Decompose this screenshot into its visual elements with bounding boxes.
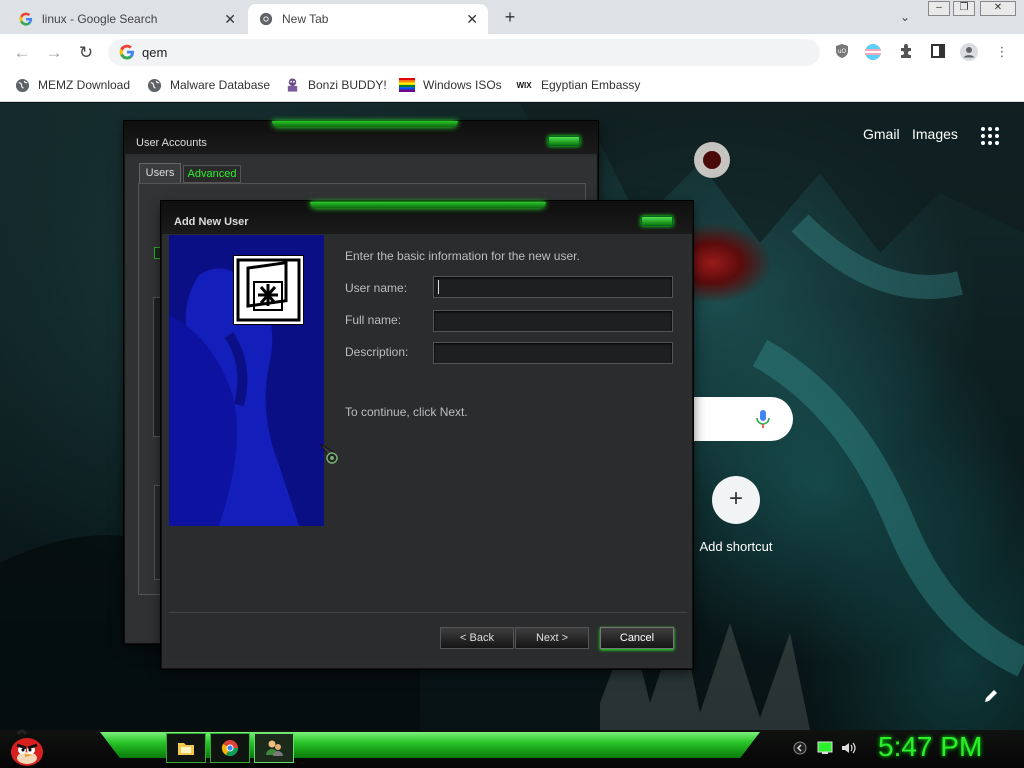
window-control-button[interactable] [548, 136, 580, 146]
extensions-puzzle-icon[interactable] [897, 43, 915, 61]
tab-title: New Tab [282, 12, 329, 26]
svg-text:uO: uO [838, 48, 847, 55]
description-label: Description: [345, 345, 409, 359]
tray-volume-icon[interactable] [841, 741, 857, 757]
profile-avatar-icon[interactable] [960, 43, 978, 61]
tab-users[interactable]: Users [139, 163, 181, 183]
bookmark-label: MEMZ Download [38, 78, 131, 92]
bookmark-label: Egyptian Embassy [541, 78, 641, 92]
full-name-label: Full name: [345, 313, 402, 327]
rainbow-flag-icon [399, 77, 415, 93]
customize-pencil-icon[interactable] [983, 688, 999, 704]
tab-title: linux - Google Search [42, 12, 158, 26]
trans-flag-extension-icon[interactable] [864, 43, 882, 61]
ublock-icon[interactable]: uO [833, 43, 851, 61]
taskbar-clock[interactable]: 5:47 PM [878, 731, 982, 763]
bonzi-icon [284, 77, 300, 93]
microphone-icon[interactable] [755, 409, 771, 429]
close-window-button[interactable]: ✕ [980, 1, 1016, 16]
tab-close-icon[interactable]: ✕ [466, 11, 478, 27]
taskbar-explorer-icon[interactable] [166, 733, 206, 763]
new-user-icon [233, 255, 304, 325]
side-panel-icon[interactable] [929, 43, 947, 61]
mouse-cursor-icon [319, 443, 343, 467]
new-tab-button[interactable]: + [500, 6, 520, 28]
taskbar-user-accounts-icon[interactable] [254, 733, 294, 763]
tray-back-icon[interactable] [792, 741, 808, 757]
text-caret [438, 280, 439, 294]
start-button-angry-bird-icon[interactable] [8, 728, 46, 768]
tab-search-button[interactable]: ⌄ [896, 8, 914, 26]
titlebar-glow [272, 121, 458, 127]
wix-icon: WIX [516, 80, 532, 90]
address-text[interactable]: qem [142, 45, 167, 60]
gmail-link[interactable]: Gmail [863, 126, 900, 142]
bookmark-egyptian-embassy[interactable]: WIX Egyptian Embassy [515, 76, 640, 94]
full-name-input[interactable] [433, 310, 673, 332]
address-bar[interactable] [108, 39, 820, 66]
add-shortcut-button[interactable]: + [712, 476, 760, 524]
back-button[interactable]: < Back [440, 627, 514, 649]
ntp-search-box[interactable] [690, 397, 793, 441]
taskbar-chrome-icon[interactable] [210, 733, 250, 763]
images-link[interactable]: Images [912, 126, 958, 142]
globe-icon [14, 77, 30, 93]
bookmark-label: Malware Database [170, 78, 271, 92]
chrome-icon [258, 11, 274, 27]
bookmark-windows-isos[interactable]: Windows ISOs [399, 76, 502, 94]
next-button[interactable]: Next > [515, 627, 589, 649]
user-name-label: User name: [345, 281, 408, 295]
back-arrow-icon[interactable]: ← [11, 42, 33, 64]
globe-icon [146, 77, 162, 93]
bookmark-memz[interactable]: MEMZ Download [14, 76, 130, 94]
titlebar-glow [310, 202, 546, 208]
window-control-button[interactable] [641, 216, 673, 226]
google-apps-grid-icon[interactable] [980, 126, 1000, 146]
tab-linux-search[interactable]: linux - Google Search ✕ [8, 4, 246, 34]
tab-new-tab[interactable]: New Tab ✕ [248, 4, 488, 34]
bookmark-label: Bonzi BUDDY! [308, 78, 387, 92]
google-g-icon [18, 11, 34, 27]
add-shortcut-label[interactable]: Add shortcut [690, 539, 782, 554]
bookmark-malware-database[interactable]: Malware Database [146, 76, 270, 94]
cancel-button[interactable]: Cancel [600, 627, 674, 649]
bookmark-label: Windows ISOs [423, 78, 502, 92]
window-title: User Accounts [136, 136, 207, 149]
restore-button[interactable]: ❐ [953, 1, 975, 16]
button-separator [169, 612, 687, 613]
bookmark-bonzi-buddy[interactable]: Bonzi BUDDY! [284, 76, 387, 94]
window-title: Add New User [174, 216, 249, 228]
continue-hint: To continue, click Next. [345, 405, 468, 419]
user-name-input[interactable] [433, 276, 673, 298]
tab-advanced[interactable]: Advanced [183, 165, 241, 183]
tab-close-icon[interactable]: ✕ [224, 11, 236, 27]
menu-kebab-icon[interactable]: ⋮ [993, 43, 1011, 61]
wizard-intro-text: Enter the basic information for the new … [345, 249, 580, 263]
minimize-button[interactable]: – [928, 1, 950, 16]
reload-icon[interactable]: ↻ [75, 42, 97, 64]
tray-network-icon[interactable] [817, 741, 833, 757]
forward-arrow-icon[interactable]: → [43, 42, 65, 64]
description-input[interactable] [433, 342, 673, 364]
google-g-icon [119, 44, 135, 60]
